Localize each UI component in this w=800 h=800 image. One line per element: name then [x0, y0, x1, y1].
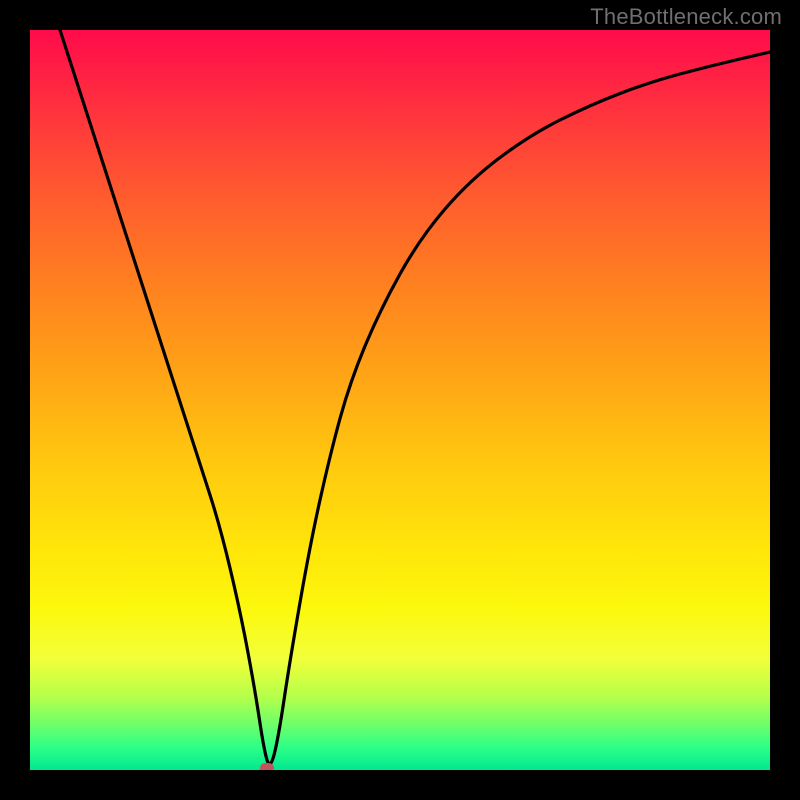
watermark-label: TheBottleneck.com: [590, 4, 782, 30]
plot-area: [30, 30, 770, 770]
curve-svg: [30, 30, 770, 770]
chart-frame: TheBottleneck.com: [0, 0, 800, 800]
bottleneck-curve: [60, 30, 770, 764]
minimum-marker: [260, 763, 274, 770]
